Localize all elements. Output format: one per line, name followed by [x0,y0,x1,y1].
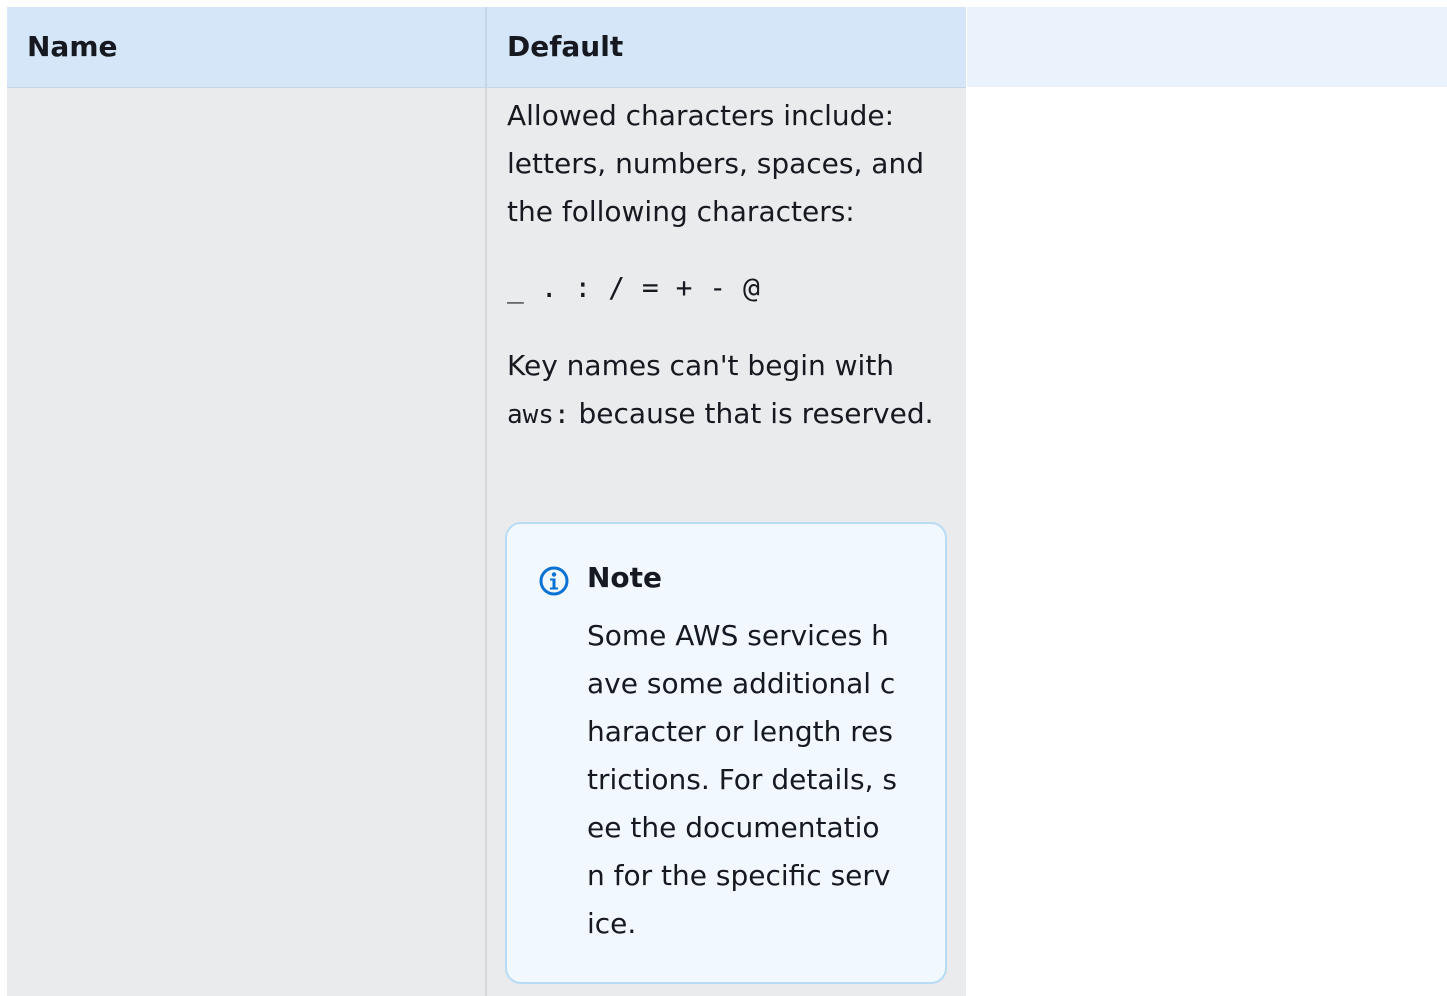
note-text: Some AWS services have some additional c… [587,619,898,940]
reserved-prefix-text-start: Key names can't begin with [507,349,895,382]
table-row: Allowed characters include: letters, num… [7,88,966,996]
reserved-prefix-text: Key names can't begin with aws: because … [507,342,947,439]
column-header-default: Default [487,7,966,87]
column-header-extra [967,7,1447,87]
info-icon [539,566,569,596]
note-callout: Note Some AWS services have some additio… [505,522,947,984]
reserved-prefix-text-end: because that is reserved. [569,397,934,430]
parameters-table: Name Default Allowed characters include:… [7,7,1447,996]
name-cell [7,88,485,996]
allowed-characters-text: Allowed characters include: letters, num… [507,99,924,228]
table-header-row: Name Default [7,7,1447,87]
default-cell: Allowed characters include: letters, num… [487,88,966,996]
reserved-prefix-code: aws: [507,400,570,430]
column-header-name: Name [7,7,486,87]
allowed-characters-list: _ . : / = + - @ [507,271,760,304]
note-title: Note [587,561,663,594]
